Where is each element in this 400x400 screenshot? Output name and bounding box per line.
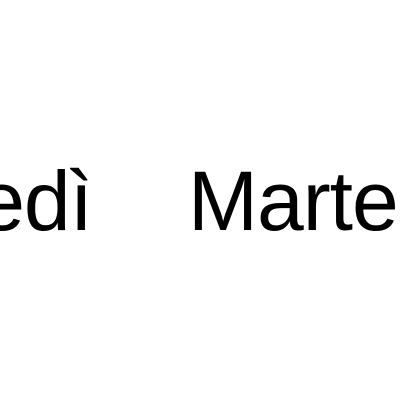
day-item-current[interactable]: Marte [188, 156, 399, 246]
day-picker-strip[interactable]: edì Marte [0, 0, 400, 400]
day-item-previous[interactable]: edì [0, 156, 93, 246]
